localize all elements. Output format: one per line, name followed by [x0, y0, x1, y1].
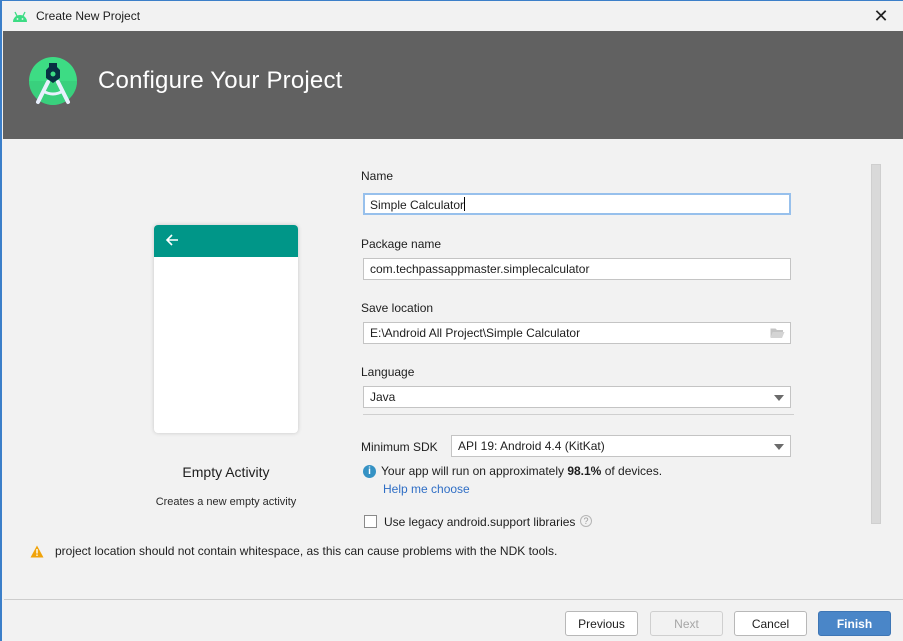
- device-coverage-text: Your app will run on approximately 98.1%…: [381, 464, 662, 478]
- title-bar: Create New Project ✕: [2, 1, 903, 31]
- question-mark-icon[interactable]: ?: [580, 515, 592, 527]
- text-caret: [464, 197, 466, 211]
- name-value: Simple Calculator: [370, 198, 465, 212]
- language-label: Language: [361, 365, 415, 379]
- template-description: Creates a new empty activity: [155, 496, 297, 508]
- back-arrow-icon: [165, 234, 178, 246]
- window-title: Create New Project: [36, 9, 141, 23]
- name-label: Name: [361, 169, 394, 183]
- save-location-label: Save location: [361, 301, 434, 315]
- package-name-input[interactable]: com.techpassappmaster.simplecalculator: [363, 258, 791, 280]
- language-value: Java: [370, 390, 396, 404]
- vertical-scrollbar[interactable]: [871, 164, 881, 524]
- legacy-support-label[interactable]: Use legacy android.support libraries: [384, 515, 575, 529]
- next-button[interactable]: Next: [650, 611, 723, 636]
- coverage-percent: 98.1%: [567, 464, 602, 478]
- folder-browse-icon[interactable]: [770, 327, 785, 339]
- coverage-suffix: of devices.: [601, 464, 663, 478]
- preview-toolbar: [154, 225, 298, 257]
- template-name: Empty Activity: [182, 464, 270, 480]
- minimum-sdk-label: Minimum SDK: [361, 440, 438, 454]
- help-me-choose-link[interactable]: Help me choose: [383, 482, 470, 496]
- finish-button[interactable]: Finish: [818, 611, 891, 636]
- separator: [363, 414, 794, 415]
- page-title: Configure Your Project: [98, 67, 343, 94]
- coverage-prefix: Your app will run on approximately: [381, 464, 568, 478]
- save-location-value: E:\Android All Project\Simple Calculator: [370, 326, 581, 340]
- footer-divider: [4, 599, 903, 600]
- wizard-header: Configure Your Project: [3, 31, 903, 139]
- minimum-sdk-select[interactable]: API 19: Android 4.4 (KitKat): [451, 435, 791, 457]
- chevron-down-icon: [774, 395, 784, 401]
- android-studio-logo-icon: [29, 57, 77, 105]
- package-name-value: com.techpassappmaster.simplecalculator: [370, 262, 590, 276]
- cancel-button[interactable]: Cancel: [734, 611, 807, 636]
- activity-preview: [154, 225, 298, 433]
- legacy-support-checkbox[interactable]: [364, 515, 377, 528]
- warning-icon: [30, 545, 44, 558]
- info-icon: i: [363, 465, 376, 478]
- language-select[interactable]: Java: [363, 386, 791, 408]
- warning-text: project location should not contain whit…: [55, 544, 558, 558]
- package-name-label: Package name: [361, 237, 442, 251]
- save-location-input[interactable]: E:\Android All Project\Simple Calculator: [363, 322, 791, 344]
- chevron-down-icon: [774, 444, 784, 450]
- create-project-dialog: Create New Project ✕ Configure Your Proj…: [0, 0, 903, 641]
- previous-button[interactable]: Previous: [565, 611, 638, 636]
- android-icon: [13, 11, 27, 22]
- minimum-sdk-value: API 19: Android 4.4 (KitKat): [458, 439, 605, 453]
- close-icon[interactable]: ✕: [871, 6, 891, 26]
- name-input[interactable]: Simple Calculator: [363, 193, 791, 215]
